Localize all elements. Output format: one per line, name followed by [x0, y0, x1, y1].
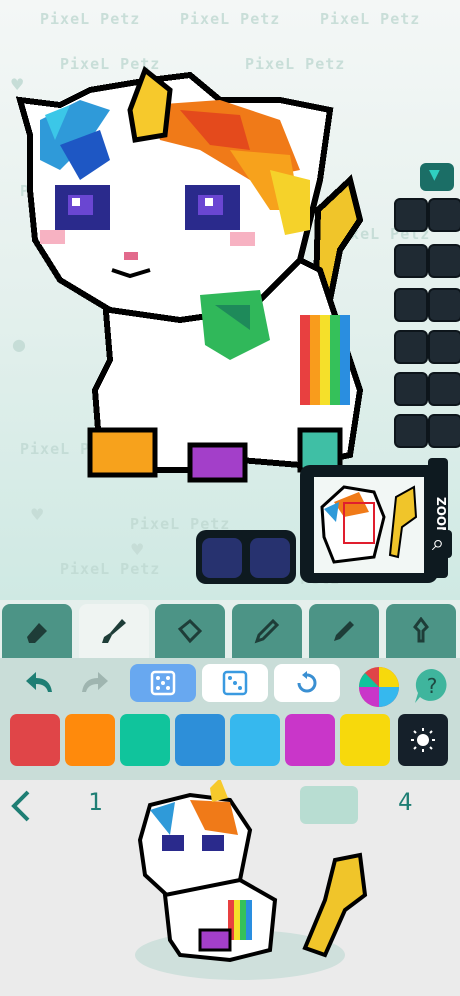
color-swatch[interactable] — [285, 714, 335, 766]
brightness-icon — [411, 728, 435, 752]
tab-marker[interactable] — [309, 604, 379, 658]
accessory-item[interactable] — [428, 372, 460, 406]
tab-fill[interactable] — [155, 604, 225, 658]
undo-icon[interactable] — [22, 670, 58, 696]
svg-text:?: ? — [427, 674, 438, 698]
watermark: PixeL Petz — [180, 10, 281, 28]
color-palette — [0, 710, 460, 780]
pet-preview — [135, 780, 368, 980]
eraser-icon — [27, 623, 47, 643]
zoom-thumbnail — [314, 477, 424, 573]
chevron-left-icon[interactable] — [8, 788, 34, 824]
help-icon[interactable]: ? — [412, 666, 452, 706]
accessory-item[interactable] — [394, 198, 428, 232]
preview-area: 1 4 — [0, 780, 460, 996]
color-swatch[interactable] — [120, 714, 170, 766]
color-swatch[interactable] — [175, 714, 225, 766]
tab-pencil[interactable] — [232, 604, 302, 658]
dice-icon — [150, 670, 176, 696]
triangle-down-icon: ▼ — [429, 167, 440, 183]
color-swatch[interactable] — [10, 714, 60, 766]
pin-icon — [413, 617, 429, 643]
eye-options-panel — [196, 530, 296, 584]
collapse-palette-button[interactable]: ▼ — [420, 163, 454, 191]
reset-icon — [297, 671, 317, 693]
bucket-icon — [177, 618, 203, 644]
magnifier-icon[interactable]: ⌕ — [424, 530, 452, 558]
tab-eraser[interactable] — [2, 604, 72, 658]
tab-pin[interactable] — [386, 604, 456, 658]
heart-icon: ♥ — [30, 505, 45, 524]
tool-tabs — [0, 600, 460, 660]
accessory-item[interactable] — [394, 414, 428, 448]
accessory-item[interactable] — [428, 330, 460, 364]
drawing-canvas[interactable]: PixeL Petz PixeL Petz PixeL Petz PixeL P… — [0, 0, 460, 600]
reset-button[interactable] — [274, 664, 340, 702]
random-button[interactable] — [130, 664, 196, 702]
zoom-label: ZOOM — [428, 458, 448, 578]
accessory-item[interactable] — [394, 372, 428, 406]
color-wheel-icon[interactable] — [358, 666, 400, 708]
marker-icon — [334, 621, 354, 641]
watermark: PixeL Petz — [320, 10, 421, 28]
pixel-pet-artwork — [15, 65, 364, 483]
actions-row: ? — [0, 658, 460, 710]
color-swatch[interactable] — [340, 714, 390, 766]
accessory-item[interactable] — [428, 198, 460, 232]
tab-brush[interactable] — [79, 604, 149, 658]
zoom-preview[interactable] — [300, 465, 438, 583]
random-part-button[interactable] — [202, 664, 268, 702]
pencil-icon — [254, 618, 280, 644]
brush-icon — [102, 619, 126, 643]
accessory-item[interactable] — [428, 288, 460, 322]
dice-icon — [222, 670, 248, 696]
watermark: PixeL Petz — [60, 560, 161, 578]
accessory-item[interactable] — [394, 244, 428, 278]
page-number[interactable]: 1 — [88, 788, 102, 816]
accessory-item[interactable] — [428, 244, 460, 278]
accessory-item[interactable] — [428, 414, 460, 448]
brightness-button[interactable] — [398, 714, 448, 766]
accessory-item[interactable] — [394, 288, 428, 322]
color-swatch[interactable] — [230, 714, 280, 766]
eye-option[interactable] — [202, 538, 242, 578]
heart-icon: ♥ — [130, 540, 145, 559]
accessory-item[interactable] — [394, 330, 428, 364]
redo-icon[interactable] — [76, 670, 112, 696]
eye-option[interactable] — [250, 538, 290, 578]
watermark: PixeL Petz — [40, 10, 141, 28]
color-swatch[interactable] — [65, 714, 115, 766]
